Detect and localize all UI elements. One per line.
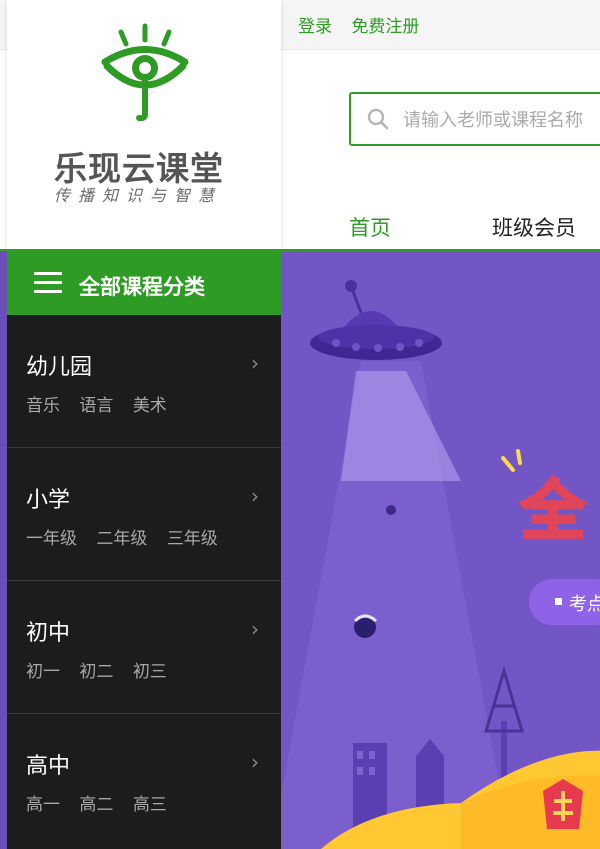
subcategory-link[interactable]: 高三 <box>133 795 167 815</box>
category-header-label: 全部课程分类 <box>79 275 205 299</box>
subcategory-link[interactable]: 音乐 <box>26 396 60 416</box>
logo-eye-icon <box>101 23 189 122</box>
category-name[interactable]: 初中 <box>26 615 70 647</box>
subcategory-link[interactable]: 高一 <box>26 795 60 815</box>
search-input[interactable] <box>403 106 600 134</box>
chevron-right-icon: › <box>251 351 259 375</box>
category-header[interactable]: 全部课程分类 <box>7 251 281 315</box>
nav-class-vip[interactable]: 班级会员 <box>492 212 576 242</box>
logo-card[interactable]: 乐现云课堂 传播知识与智慧 <box>7 0 281 250</box>
subcategory-link[interactable]: 初一 <box>26 662 60 682</box>
top-links: 登录 免费注册 <box>298 12 433 37</box>
banner-pill-text: 考点 <box>569 594 600 615</box>
chevron-right-icon: › <box>251 484 259 508</box>
category-item-kindergarten[interactable]: 幼儿园 › 音乐 语言 美术 <box>7 315 281 448</box>
category-subs: 音乐 语言 美术 <box>26 391 181 416</box>
chevron-right-icon: › <box>251 750 259 774</box>
chevron-right-icon: › <box>251 617 259 641</box>
subcategory-link[interactable]: 初二 <box>79 662 113 682</box>
subcategory-link[interactable]: 二年级 <box>96 529 147 549</box>
banner-illustration: 全 考点 <box>281 280 600 849</box>
promo-banner[interactable]: 全 考点 <box>281 251 600 849</box>
category-panel: 全部课程分类 幼儿园 › 音乐 语言 美术 小学 › 一年级 二年级 三年级 初… <box>7 251 281 849</box>
category-subs: 高一 高二 高三 <box>26 790 181 815</box>
category-name[interactable]: 小学 <box>26 482 70 514</box>
search-icon[interactable] <box>367 108 389 130</box>
category-name[interactable]: 高中 <box>26 748 70 780</box>
subcategory-link[interactable]: 美术 <box>133 396 167 416</box>
category-name[interactable]: 幼儿园 <box>26 349 92 381</box>
category-subs: 初一 初二 初三 <box>26 657 181 682</box>
category-item-senior-high[interactable]: 高中 › 高一 高二 高三 <box>7 714 281 847</box>
left-banner-edge <box>0 251 7 849</box>
category-item-junior-high[interactable]: 初中 › 初一 初二 初三 <box>7 581 281 714</box>
subcategory-link[interactable]: 一年级 <box>26 529 77 549</box>
subcategory-link[interactable]: 三年级 <box>167 529 218 549</box>
page: 登录 免费注册 乐现云课堂 传播知识与智慧 首页 班级会员 <box>0 0 600 849</box>
register-link[interactable]: 免费注册 <box>351 12 419 37</box>
subcategory-link[interactable]: 高二 <box>79 795 113 815</box>
ufo-icon <box>310 280 442 360</box>
category-subs: 一年级 二年级 三年级 <box>26 524 232 549</box>
nav-home[interactable]: 首页 <box>349 212 391 242</box>
menu-icon[interactable] <box>34 272 62 294</box>
search-box[interactable] <box>349 92 600 146</box>
subcategory-link[interactable]: 初三 <box>133 662 167 682</box>
banner-headline: 全 <box>520 475 586 549</box>
subcategory-link[interactable]: 语言 <box>79 396 113 416</box>
logo-slogan: 传播知识与智慧 <box>54 186 223 205</box>
category-item-primary[interactable]: 小学 › 一年级 二年级 三年级 <box>7 448 281 581</box>
login-link[interactable]: 登录 <box>298 12 332 37</box>
